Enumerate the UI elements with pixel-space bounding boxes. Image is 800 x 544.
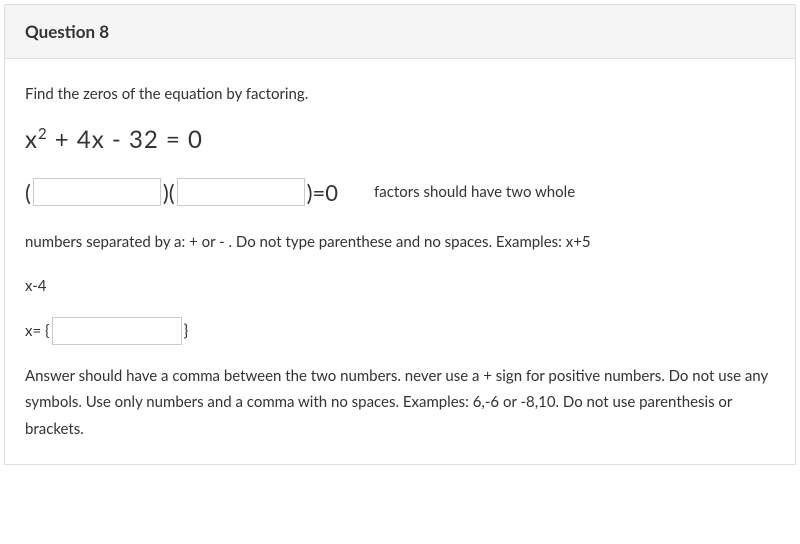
solution-line: x= { } [25,317,775,345]
equation-exponent: 2 [38,125,48,143]
final-instructions: Answer should have a comma between the t… [25,363,775,442]
question-prompt: Find the zeros of the equation by factor… [25,83,775,106]
example-xminus: x-4 [25,275,775,298]
paren-mid: )( [163,176,175,209]
factor-input-2[interactable] [177,178,305,206]
question-body: Find the zeros of the equation by factor… [5,59,795,464]
equation: x2 + 4x - 32 = 0 [25,122,775,158]
question-header: Question 8 [5,5,795,59]
factor-input-1[interactable] [33,178,161,206]
solution-close-brace: } [184,319,189,343]
solution-label: x= { [25,320,50,343]
factor-hint-inline: factors should have two whole [374,181,575,204]
equation-rest: + 4x - 32 = 0 [48,125,203,154]
question-container: Question 8 Find the zeros of the equatio… [4,4,796,465]
solution-input[interactable] [52,317,182,345]
factor-hint-block: numbers separated by a: + or - . Do not … [25,227,775,257]
equation-var: x [25,125,38,154]
paren-close-eq: )=0 [307,176,338,209]
factor-line: ( )( )=0 factors should have two whole [25,176,775,209]
question-title: Question 8 [25,21,775,42]
paren-open-1: ( [25,176,31,209]
